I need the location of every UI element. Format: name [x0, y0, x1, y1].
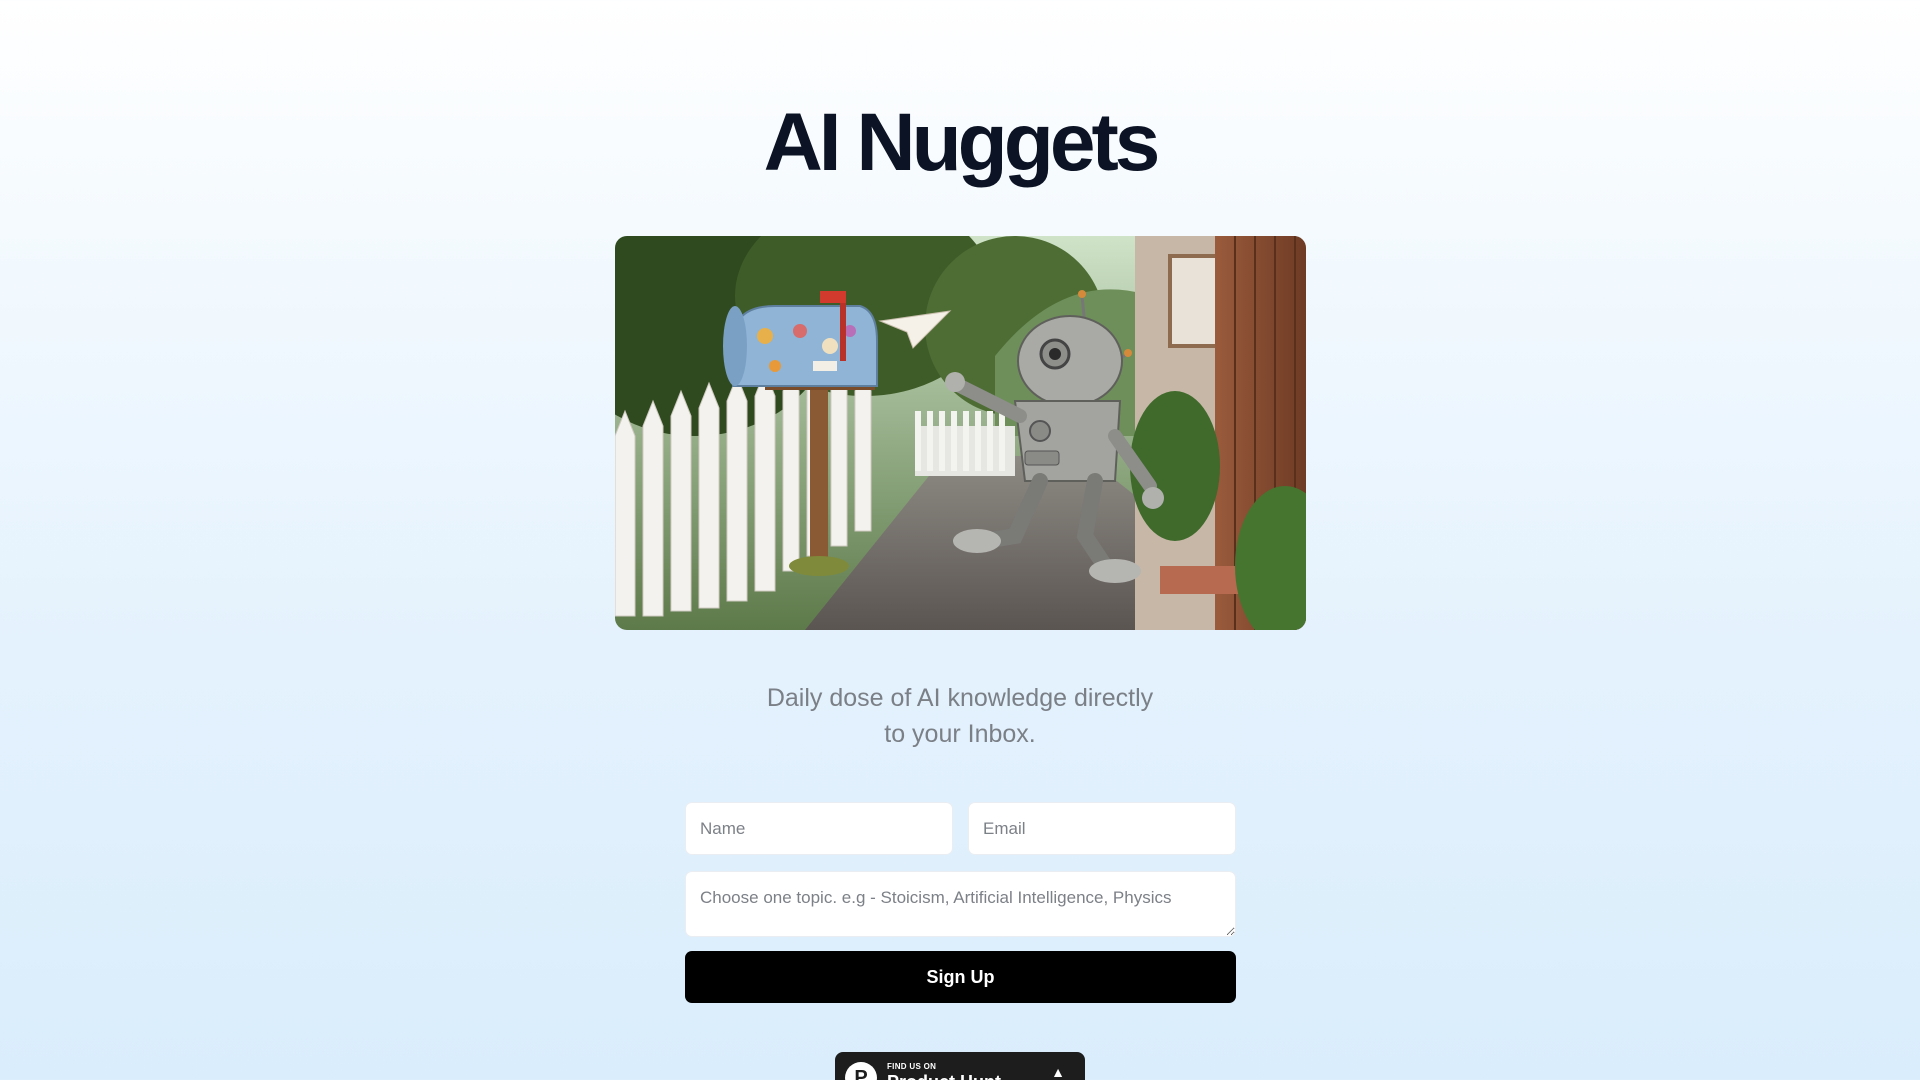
- name-input[interactable]: [685, 802, 953, 855]
- robot-mailbox-illustration: [615, 236, 1306, 630]
- hero-image: [615, 236, 1306, 630]
- sign-up-button[interactable]: Sign Up: [685, 951, 1236, 1003]
- badge-small-text: FIND US ON: [887, 1062, 937, 1071]
- page-title: AI Nuggets: [763, 97, 1161, 188]
- landing-page: AI Nuggets Daily dose of AI knowledge di…: [0, 0, 1920, 1080]
- product-hunt-text: FIND US ON Product Hunt: [887, 1062, 1001, 1080]
- name-email-row: [685, 802, 1236, 855]
- product-hunt-badge[interactable]: P FIND US ON Product Hunt ▲: [835, 1052, 1085, 1080]
- badge-big-text: Product Hunt: [887, 1072, 1001, 1080]
- upvote-arrow-icon: ▲: [1051, 1064, 1065, 1080]
- tagline-line-2: to your Inbox.: [884, 720, 1036, 748]
- tagline: Daily dose of AI knowledge directly to y…: [0, 680, 1920, 752]
- tagline-line-1: Daily dose of AI knowledge directly: [766, 684, 1154, 712]
- topic-textarea[interactable]: [685, 871, 1236, 937]
- signup-form: Sign Up: [685, 802, 1236, 1003]
- email-input[interactable]: [968, 802, 1236, 855]
- product-hunt-logo-icon: P: [845, 1062, 877, 1080]
